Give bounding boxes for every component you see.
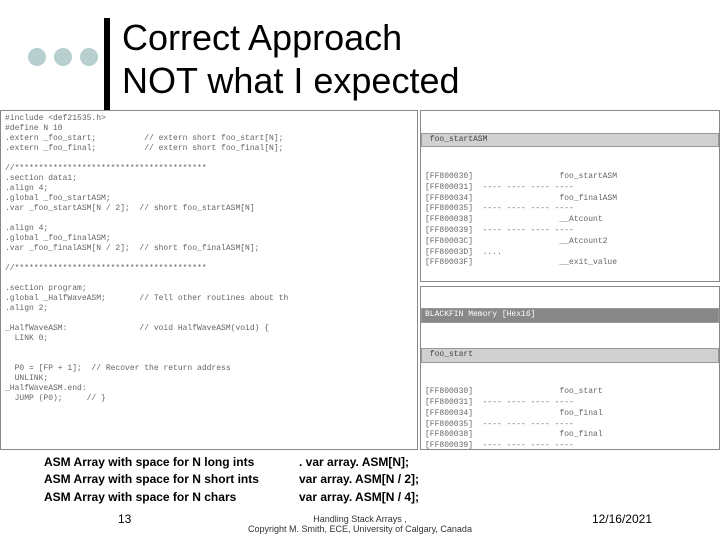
memory-panes-column: foo_startASM [FF800030] foo_startASM [FF…: [420, 110, 720, 450]
annotation-row: ASM Array with space for N chars var arr…: [44, 489, 419, 506]
dot-icon: [80, 48, 98, 66]
memory-top-content: [FF800030] foo_startASM [FF800031] ---- …: [425, 172, 715, 269]
memory-bottom-title: BLACKFIN Memory [Hex16]: [421, 308, 719, 323]
code-screenshot-area: #include <def21535.h> #define N 10 .exte…: [0, 110, 720, 450]
footer-annotations: ASM Array with space for N long ints . v…: [44, 454, 419, 506]
memory-top-input[interactable]: foo_startASM: [421, 133, 719, 148]
slide-date: 12/16/2021: [592, 512, 652, 526]
memory-pane-top: foo_startASM [FF800030] foo_startASM [FF…: [420, 110, 720, 282]
memory-bottom-input[interactable]: foo_start: [421, 348, 719, 363]
slide: Correct Approach NOT what I expected #in…: [0, 0, 720, 540]
title-line-2: NOT what I expected: [122, 60, 460, 101]
decorative-dots: [28, 48, 98, 66]
dot-icon: [28, 48, 46, 66]
vertical-divider: [104, 18, 110, 110]
copyright-line-1: Handling Stack Arrays ,: [313, 514, 407, 524]
title-area: Correct Approach NOT what I expected: [0, 8, 720, 66]
annotation-code: var array. ASM[N / 4];: [299, 489, 419, 506]
annotation-row: ASM Array with space for N short ints va…: [44, 471, 419, 488]
annotation-row: ASM Array with space for N long ints . v…: [44, 454, 419, 471]
annotation-label: ASM Array with space for N long ints: [44, 454, 299, 471]
annotation-code: . var array. ASM[N];: [299, 454, 409, 471]
annotation-label: ASM Array with space for N short ints: [44, 471, 299, 488]
annotation-label: ASM Array with space for N chars: [44, 489, 299, 506]
dot-icon: [54, 48, 72, 66]
slide-title: Correct Approach NOT what I expected: [122, 16, 460, 102]
source-code-pane: #include <def21535.h> #define N 10 .exte…: [0, 110, 418, 450]
copyright-line-2: Copyright M. Smith, ECE, University of C…: [248, 524, 472, 534]
annotation-code: var array. ASM[N / 2];: [299, 471, 419, 488]
memory-bottom-content: [FF800030] foo_start [FF800031] ---- ---…: [425, 387, 715, 450]
title-line-1: Correct Approach: [122, 17, 402, 58]
memory-pane-bottom: BLACKFIN Memory [Hex16] foo_start [FF800…: [420, 286, 720, 450]
